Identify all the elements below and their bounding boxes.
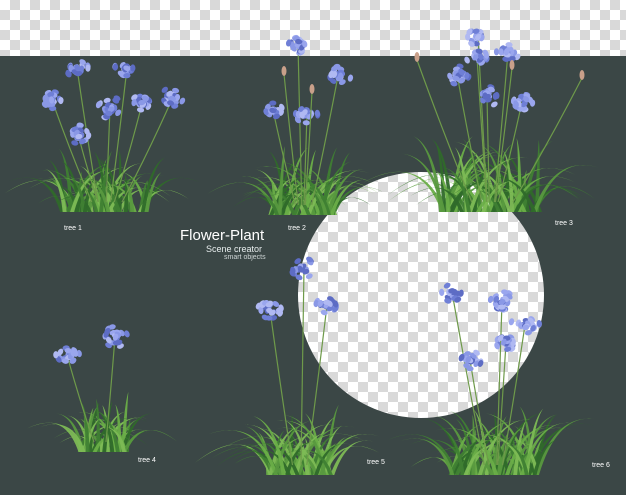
plants-illustration (4, 28, 598, 475)
label-tree-1: tree 1 (64, 225, 82, 232)
label-tree-5: tree 5 (367, 459, 385, 466)
agapanthus-plant-6 (387, 282, 596, 475)
label-tree-2: tree 2 (288, 225, 306, 232)
label-tree-3: tree 3 (555, 220, 573, 227)
scene-title: Flower-Plant (180, 227, 265, 244)
scene-title-block: Flower-Plant Scene creator smart objects (180, 228, 266, 262)
label-tree-4: tree 4 (138, 457, 156, 464)
label-tree-6: tree 6 (592, 462, 610, 469)
agapanthus-plant-4 (27, 324, 178, 452)
scene-canvas: Flower-Plant Scene creator smart objects… (0, 0, 626, 495)
agapanthus-plant-5 (194, 256, 380, 475)
scene-caption: smart objects (224, 254, 266, 261)
agapanthus-plant-3 (357, 28, 598, 212)
agapanthus-plant-2 (206, 34, 383, 215)
scene-subtitle: Scene creator (206, 244, 263, 254)
agapanthus-plant-1 (4, 59, 200, 212)
